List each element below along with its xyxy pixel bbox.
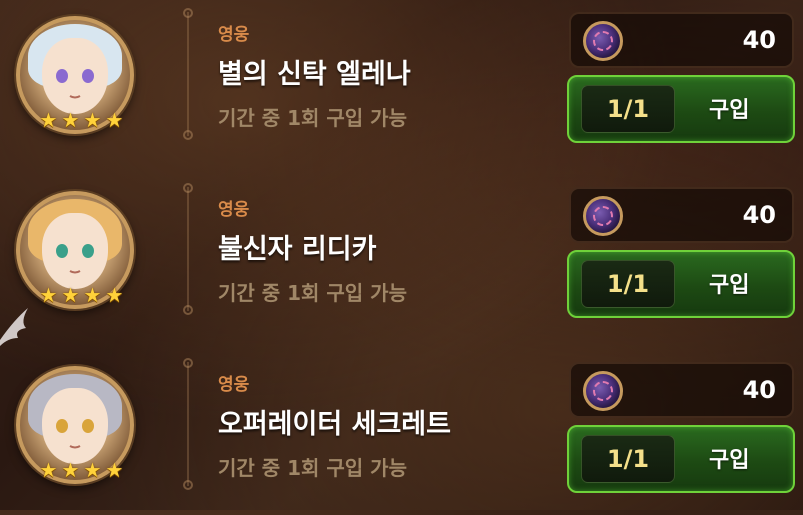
star-icon: ★	[39, 108, 58, 132]
hero-face	[42, 38, 108, 114]
item-category: 영웅	[218, 200, 250, 220]
hero-name: 불신자 리디카	[218, 234, 377, 265]
star-rating: ★ ★ ★ ★	[38, 285, 126, 307]
price-value: 40	[742, 26, 776, 54]
divider-dot	[183, 305, 193, 315]
price-value: 40	[742, 376, 776, 404]
item-category: 영웅	[218, 25, 250, 45]
buy-label: 구입	[709, 273, 750, 298]
stock-count: 1/1	[581, 85, 675, 133]
price-box: 40	[569, 12, 794, 68]
divider-dot	[183, 358, 193, 368]
buy-label: 구입	[709, 98, 750, 123]
star-icon: ★	[61, 108, 80, 132]
crystal-coin-icon	[583, 371, 623, 411]
star-rating: ★ ★ ★ ★	[38, 110, 126, 132]
buy-button[interactable]: 1/1 구입	[567, 425, 795, 493]
buy-button[interactable]: 1/1 구입	[567, 75, 795, 143]
divider-dot	[183, 480, 193, 490]
star-icon: ★	[83, 283, 102, 307]
purchase-limit: 기간 중 1회 구입 가능	[218, 456, 407, 480]
item-category: 영웅	[218, 375, 250, 395]
star-icon: ★	[61, 283, 80, 307]
crystal-coin-icon	[583, 21, 623, 61]
star-icon: ★	[83, 458, 102, 482]
divider-dot	[183, 183, 193, 193]
hero-name: 오퍼레이터 세크레트	[218, 409, 451, 440]
star-icon: ★	[61, 458, 80, 482]
hero-face	[42, 213, 108, 289]
star-icon: ★	[105, 108, 124, 132]
hero-face	[42, 388, 108, 464]
stock-count: 1/1	[581, 260, 675, 308]
divider-dot	[183, 130, 193, 140]
divider	[187, 362, 189, 486]
buy-button[interactable]: 1/1 구입	[567, 250, 795, 318]
price-value: 40	[742, 201, 776, 229]
purchase-limit: 기간 중 1회 구입 가능	[218, 281, 407, 305]
star-icon: ★	[39, 458, 58, 482]
shop-item-row: ★ ★ ★ ★ 영웅 오퍼레이터 세크레트 기간 중 1회 구입 가능 40 1…	[0, 350, 803, 515]
buy-label: 구입	[709, 448, 750, 473]
star-icon: ★	[83, 108, 102, 132]
hero-name: 별의 신탁 엘레나	[218, 59, 411, 90]
price-box: 40	[569, 187, 794, 243]
stock-count: 1/1	[581, 435, 675, 483]
star-rating: ★ ★ ★ ★	[38, 460, 126, 482]
shop-item-row: ★ ★ ★ ★ 영웅 별의 신탁 엘레나 기간 중 1회 구입 가능 40 1/…	[0, 0, 803, 165]
price-box: 40	[569, 362, 794, 418]
purchase-limit: 기간 중 1회 구입 가능	[218, 106, 407, 130]
divider	[187, 12, 189, 136]
star-icon: ★	[105, 283, 124, 307]
crystal-coin-icon	[583, 196, 623, 236]
star-icon: ★	[105, 458, 124, 482]
star-icon: ★	[39, 283, 58, 307]
divider	[187, 187, 189, 311]
divider-dot	[183, 8, 193, 18]
shop-item-row: ★ ★ ★ ★ 영웅 불신자 리디카 기간 중 1회 구입 가능 40 1/1 …	[0, 175, 803, 340]
